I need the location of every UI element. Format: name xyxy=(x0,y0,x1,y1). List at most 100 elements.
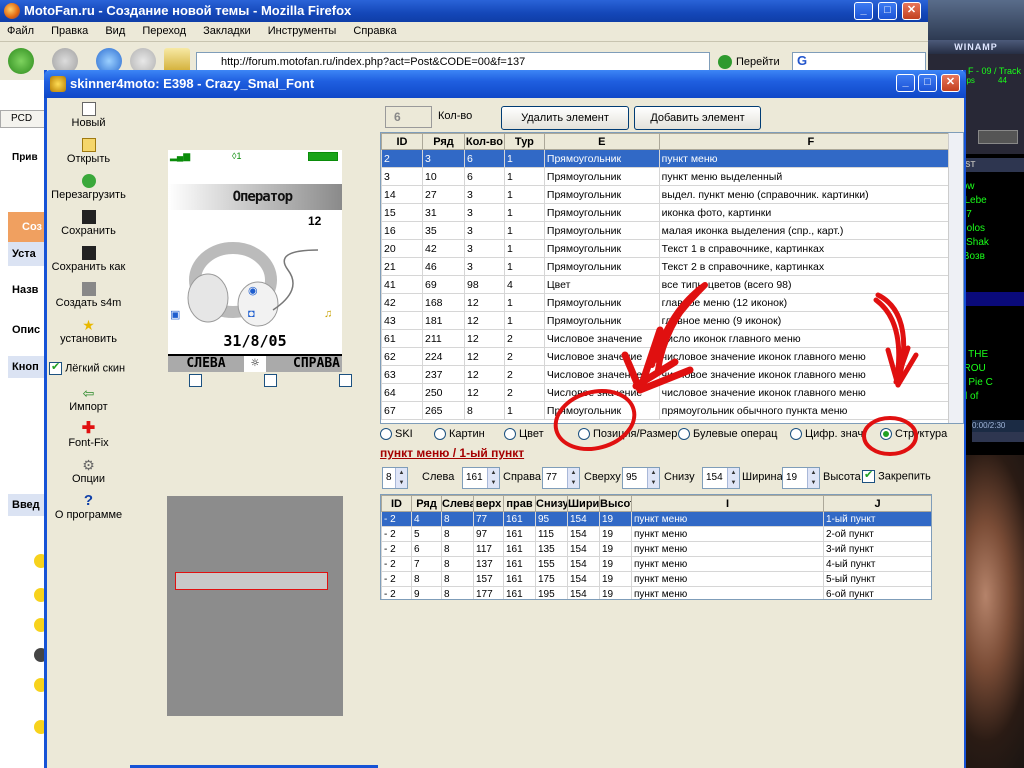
element-subtitle[interactable]: пункт меню / 1-ый пункт xyxy=(380,446,524,460)
menu-tools[interactable]: Инструменты xyxy=(261,22,344,37)
radio-ski[interactable]: SKI xyxy=(380,428,413,441)
menu-edit[interactable]: Правка xyxy=(44,22,95,37)
table-row[interactable]: 61 211 12 2 Числовое значение число иконок гл… xyxy=(381,329,963,348)
radio-color[interactable]: Цвет xyxy=(504,428,544,441)
search-box[interactable]: G xyxy=(792,52,926,72)
table-row[interactable]: - 2 5 8 97 161 115 154 19 пункт меню 2-ой пункт xyxy=(381,526,931,542)
table-row[interactable]: 15 31 3 1 Прямоугольник иконка фото, картинки xyxy=(381,203,963,222)
table-row[interactable]: - 2 4 8 77 161 95 154 19 пункт меню 1-ый пункт xyxy=(381,511,931,527)
column-header[interactable]: Ширина xyxy=(567,495,600,512)
app-close-button[interactable]: ✕ xyxy=(941,74,960,92)
table-row[interactable]: 3 10 6 1 Прямоугольник пункт меню выделенный xyxy=(381,167,963,186)
winamp-mini-controls[interactable] xyxy=(972,432,1024,442)
menu-help[interactable]: Справка xyxy=(346,22,403,37)
open-button[interactable]: Открыть xyxy=(47,138,130,165)
winamp-controls[interactable] xyxy=(978,130,1018,144)
phone-preview[interactable]: ▂▄▆ ◊1 Оператор 12 ▣ ◉ ◘ ♫ 31/8/05 xyxy=(168,150,342,372)
about-button[interactable]: ? О программе xyxy=(47,493,130,521)
column-header[interactable]: ID xyxy=(381,133,423,150)
reload-button[interactable]: Перезагрузить xyxy=(47,174,130,201)
column-header[interactable]: Кол-во xyxy=(463,133,505,150)
table-row[interactable]: 41 69 98 4 Цвет все типы цветов (всего 98) xyxy=(381,275,963,294)
column-header[interactable]: ID xyxy=(381,495,412,512)
table-row[interactable]: 20 42 3 1 Прямоугольник Текст 1 в справочнике… xyxy=(381,239,963,258)
column-header[interactable]: Ряд xyxy=(411,495,442,512)
menu-bookmarks[interactable]: Закладки xyxy=(196,22,258,37)
radio-structure[interactable]: Структура xyxy=(880,428,947,441)
height-spin[interactable]: 19 ▲ ▼ xyxy=(782,467,820,489)
table-row[interactable]: 2 3 6 1 Прямоугольник пункт меню xyxy=(381,149,963,168)
softkey-right-checkbox[interactable] xyxy=(339,374,353,387)
radio-pictures[interactable]: Картин xyxy=(434,428,485,441)
add-element-button[interactable]: Добавить элемент xyxy=(634,106,761,130)
table-cell: 154 xyxy=(567,526,600,542)
bottom-spin[interactable]: 95 ▲ ▼ xyxy=(622,467,660,489)
table-row[interactable]: 16 35 3 1 Прямоугольник малая иконка выделени… xyxy=(381,221,963,240)
top-spin[interactable]: 77 ▲ ▼ xyxy=(542,467,580,489)
create-s4m-button[interactable]: Создать s4m xyxy=(47,282,130,309)
new-button[interactable]: Новый xyxy=(47,102,130,129)
app-maximize-button[interactable]: □ xyxy=(918,74,937,92)
width-spin[interactable]: 154 ▲ ▼ xyxy=(702,467,740,489)
table-row[interactable]: 64 250 12 2 Числовое значение числовое значен… xyxy=(381,383,963,402)
light-skin-checkbox[interactable]: Лёгкий скин xyxy=(49,360,129,376)
lock-checkbox[interactable]: Закрепить xyxy=(862,468,931,483)
go-button[interactable]: Перейти xyxy=(718,52,788,72)
font-fix-button[interactable]: ✚ Font-Fix xyxy=(47,421,130,450)
softkey-left-checkbox[interactable] xyxy=(189,374,202,387)
light-skin-check-icon[interactable] xyxy=(49,360,62,375)
column-header[interactable]: J xyxy=(823,495,931,512)
table-cell: Прямоугольник xyxy=(543,293,660,312)
install-button[interactable]: ★ установить xyxy=(47,318,130,345)
address-bar[interactable]: http://forum.motofan.ru/index.php?act=Po… xyxy=(196,52,710,72)
radio-numeric[interactable]: Цифр. знач xyxy=(790,428,863,441)
radio-position-size[interactable]: Позиция/Размер xyxy=(578,428,677,441)
column-header[interactable]: Снизу xyxy=(535,495,568,512)
table-row[interactable]: 14 27 3 1 Прямоугольник выдел. пункт меню (сп… xyxy=(381,185,963,204)
maximize-button[interactable]: □ xyxy=(878,2,897,20)
column-header[interactable]: F xyxy=(658,133,963,150)
column-header[interactable]: Ряд xyxy=(421,133,465,150)
back-icon[interactable] xyxy=(8,48,34,74)
page-section: Кноп xyxy=(8,356,48,378)
lock-check-icon[interactable] xyxy=(862,468,875,483)
column-header[interactable]: Высота xyxy=(599,495,632,512)
radio-boolean[interactable]: Булевые операц xyxy=(678,428,777,441)
browser-tab[interactable]: PCD xyxy=(0,110,48,128)
column-header[interactable]: Тур xyxy=(503,133,545,150)
options-button[interactable]: ⚙ Опции xyxy=(47,458,130,485)
count-field[interactable]: 6 xyxy=(385,106,432,128)
delete-element-button[interactable]: Удалить элемент xyxy=(501,106,629,130)
app-minimize-button[interactable]: _ xyxy=(896,74,915,92)
table-row[interactable]: 21 46 3 1 Прямоугольник Текст 2 в справочнике… xyxy=(381,257,963,276)
elements-table[interactable]: ID Ряд Кол-во Тур E F 2 3 6 1 Прямоугольник пункт … xyxy=(380,132,964,424)
menu-file[interactable]: Файл xyxy=(0,22,41,37)
table-row[interactable]: - 2 6 8 117 161 135 154 19 пункт меню 3-ий пункт xyxy=(381,541,931,557)
column-header[interactable]: E xyxy=(543,133,660,150)
column-header[interactable]: I xyxy=(631,495,824,512)
column-header[interactable]: прав xyxy=(503,495,536,512)
table-row[interactable]: - 2 7 8 137 161 155 154 19 пункт меню 4-ый пункт xyxy=(381,556,931,572)
import-button[interactable]: ⇦ Импорт xyxy=(47,386,130,413)
elements-table-scrollbar[interactable] xyxy=(948,133,963,423)
structure-table[interactable]: IDРядСлеваверхправСнизуШиринаВысотаIJ - … xyxy=(380,494,932,600)
element-preview[interactable] xyxy=(167,496,343,716)
save-button[interactable]: Сохранить xyxy=(47,210,130,237)
softkey-center-checkbox[interactable] xyxy=(264,374,278,387)
left-spin[interactable]: 8 ▲ ▼ xyxy=(382,467,408,489)
table-row[interactable]: - 2 8 8 157 161 175 154 19 пункт меню 5-ый пункт xyxy=(381,571,931,587)
table-row[interactable]: 42 168 12 1 Прямоугольник главное меню (12 ик… xyxy=(381,293,963,312)
table-row[interactable]: 62 224 12 2 Числовое значение числовое значен… xyxy=(381,347,963,366)
minimize-button[interactable]: _ xyxy=(854,2,873,20)
menu-view[interactable]: Вид xyxy=(98,22,132,37)
menu-go[interactable]: Переход xyxy=(135,22,193,37)
table-row[interactable]: 43 181 12 1 Прямоугольник главное меню (9 ико… xyxy=(381,311,963,330)
column-header[interactable]: верх xyxy=(473,495,504,512)
table-row[interactable]: - 2 9 8 177 161 195 154 19 пункт меню 6-ой пункт xyxy=(381,586,931,599)
column-header[interactable]: Слева xyxy=(441,495,474,512)
table-row[interactable]: 67 265 8 1 Прямоугольник прямоугольник обычно… xyxy=(381,401,963,420)
right-spin[interactable]: 161 ▲ ▼ xyxy=(462,467,500,489)
save-as-button[interactable]: Сохранить как xyxy=(47,246,130,273)
table-row[interactable]: 63 237 12 2 Числовое значение числовое значен… xyxy=(381,365,963,384)
close-button[interactable]: ✕ xyxy=(902,2,921,20)
